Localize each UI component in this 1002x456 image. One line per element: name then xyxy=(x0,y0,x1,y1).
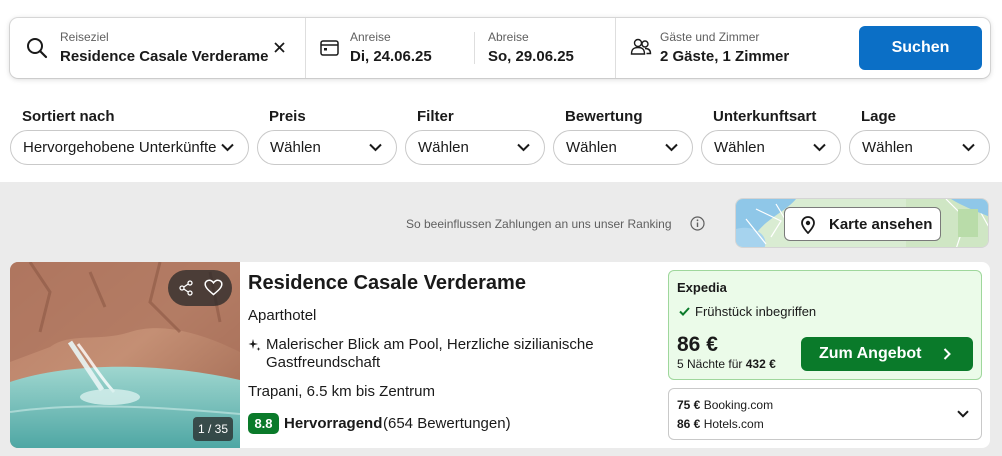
heart-icon[interactable] xyxy=(204,279,223,296)
filter-rating: Bewertung Wählen xyxy=(553,108,693,165)
map-pin-icon xyxy=(801,216,815,234)
property-type-select[interactable]: Wählen xyxy=(701,130,841,165)
clear-icon[interactable] xyxy=(274,42,285,53)
chevron-down-icon xyxy=(962,143,975,152)
other-price-value: 75 € xyxy=(677,398,701,412)
search-button[interactable]: Suchen xyxy=(859,26,982,70)
hotel-type: Aparthotel xyxy=(248,307,317,324)
location-select[interactable]: Wählen xyxy=(849,130,990,165)
chevron-down-icon xyxy=(221,143,234,152)
other-price-row: 75 € Booking.com xyxy=(677,398,773,412)
other-prices[interactable]: 75 € Booking.com 86 € Hotels.com xyxy=(668,388,982,440)
rating-select[interactable]: Wählen xyxy=(553,130,693,165)
filter-sort: Sortiert nach Hervorgehobene Unterkünfte xyxy=(10,108,249,165)
filter-label: Lage xyxy=(861,108,897,125)
filter-label: Unterkunftsart xyxy=(713,108,817,125)
checkout-label: Abreise xyxy=(488,30,529,44)
rating-word: Hervorragend xyxy=(284,415,383,432)
other-price-value: 86 € xyxy=(677,417,701,431)
filter-select[interactable]: Wählen xyxy=(405,130,545,165)
other-price-provider: Hotels.com xyxy=(703,417,764,431)
guests-label: Gäste und Zimmer xyxy=(660,30,760,44)
map-preview[interactable]: Karte ansehen xyxy=(735,198,989,248)
photo-counter: 1 / 35 xyxy=(193,417,233,441)
checkin-field[interactable]: Anreise Di, 24.06.25 xyxy=(306,18,474,78)
guests-value[interactable]: 2 Gäste, 1 Zimmer xyxy=(660,48,789,65)
filter-filter: Filter Wählen xyxy=(405,108,545,165)
chevron-right-icon xyxy=(943,348,951,360)
search-bar: Reiseziel Residence Casale Verderame Anr… xyxy=(10,18,990,78)
destination-field[interactable]: Reiseziel Residence Casale Verderame xyxy=(10,18,305,78)
sparkle-icon xyxy=(248,339,261,351)
deal-nights-total: 432 € xyxy=(745,357,776,371)
search-icon xyxy=(27,38,48,59)
property-type-value: Wählen xyxy=(714,139,765,156)
checkin-value[interactable]: Di, 24.06.25 xyxy=(350,48,432,65)
deal-price: 86 € xyxy=(677,333,718,356)
hotel-highlight: Malerischer Blick am Pool, Herzliche siz… xyxy=(266,336,594,371)
price-value: Wählen xyxy=(270,139,321,156)
hotel-card[interactable]: 1 / 35 Residence Casale Verderame Aparth… xyxy=(10,262,990,448)
top-deal[interactable]: Expedia Frühstück inbegriffen 86 € 5 Näc… xyxy=(668,270,982,380)
deal-nights-text: 5 Nächte für xyxy=(677,357,743,371)
rating-value: Wählen xyxy=(566,139,617,156)
location-value: Wählen xyxy=(862,139,913,156)
chevron-down-icon xyxy=(813,143,826,152)
chevron-down-icon xyxy=(665,143,678,152)
chevron-down-icon xyxy=(369,143,382,152)
checkin-label: Anreise xyxy=(350,30,391,44)
other-price-provider: Booking.com xyxy=(703,398,774,412)
sort-value: Hervorgehobene Unterkünfte xyxy=(23,139,217,156)
show-map-button[interactable]: Karte ansehen xyxy=(784,207,941,241)
share-icon[interactable] xyxy=(178,280,194,296)
rating-count[interactable]: (654 Bewertungen) xyxy=(383,415,511,432)
filter-label: Bewertung xyxy=(565,108,643,125)
hotel-name[interactable]: Residence Casale Verderame xyxy=(248,272,526,295)
check-icon xyxy=(679,307,690,316)
calendar-icon xyxy=(320,40,339,56)
ranking-note-link[interactable]: So beeinflussen Zahlungen an uns unser R… xyxy=(406,217,672,231)
info-icon[interactable] xyxy=(690,216,705,231)
price-select[interactable]: Wählen xyxy=(257,130,397,165)
filter-property-type: Unterkunftsart Wählen xyxy=(701,108,841,165)
filter-location: Lage Wählen xyxy=(849,108,990,165)
filter-label: Preis xyxy=(269,108,306,125)
filter-label: Filter xyxy=(417,108,454,125)
filter-price: Preis Wählen xyxy=(257,108,397,165)
other-price-row: 86 € Hotels.com xyxy=(677,417,764,431)
guests-icon xyxy=(630,38,652,55)
view-deal-label: Zum Angebot xyxy=(819,345,922,362)
chevron-down-icon[interactable] xyxy=(957,410,969,418)
view-deal-button[interactable]: Zum Angebot xyxy=(801,337,973,371)
filter-label: Sortiert nach xyxy=(22,108,115,125)
destination-label: Reiseziel xyxy=(60,30,109,44)
photo-actions xyxy=(168,270,232,306)
deal-perk: Frühstück inbegriffen xyxy=(695,304,817,319)
rating-score: 8.8 xyxy=(248,413,279,434)
deal-provider: Expedia xyxy=(677,280,727,295)
show-map-label: Karte ansehen xyxy=(829,216,933,233)
sort-select[interactable]: Hervorgehobene Unterkünfte xyxy=(10,130,249,165)
filter-value: Wählen xyxy=(418,139,469,156)
checkout-value[interactable]: So, 29.06.25 xyxy=(488,48,574,65)
hotel-location: Trapani, 6.5 km bis Zentrum xyxy=(248,383,436,400)
chevron-down-icon xyxy=(517,143,530,152)
guests-field[interactable]: Gäste und Zimmer 2 Gäste, 1 Zimmer xyxy=(616,18,852,78)
deal-nights: 5 Nächte für 432 € xyxy=(677,357,776,371)
destination-value[interactable]: Residence Casale Verderame xyxy=(60,48,268,65)
checkout-field[interactable]: Abreise So, 29.06.25 xyxy=(475,18,615,78)
